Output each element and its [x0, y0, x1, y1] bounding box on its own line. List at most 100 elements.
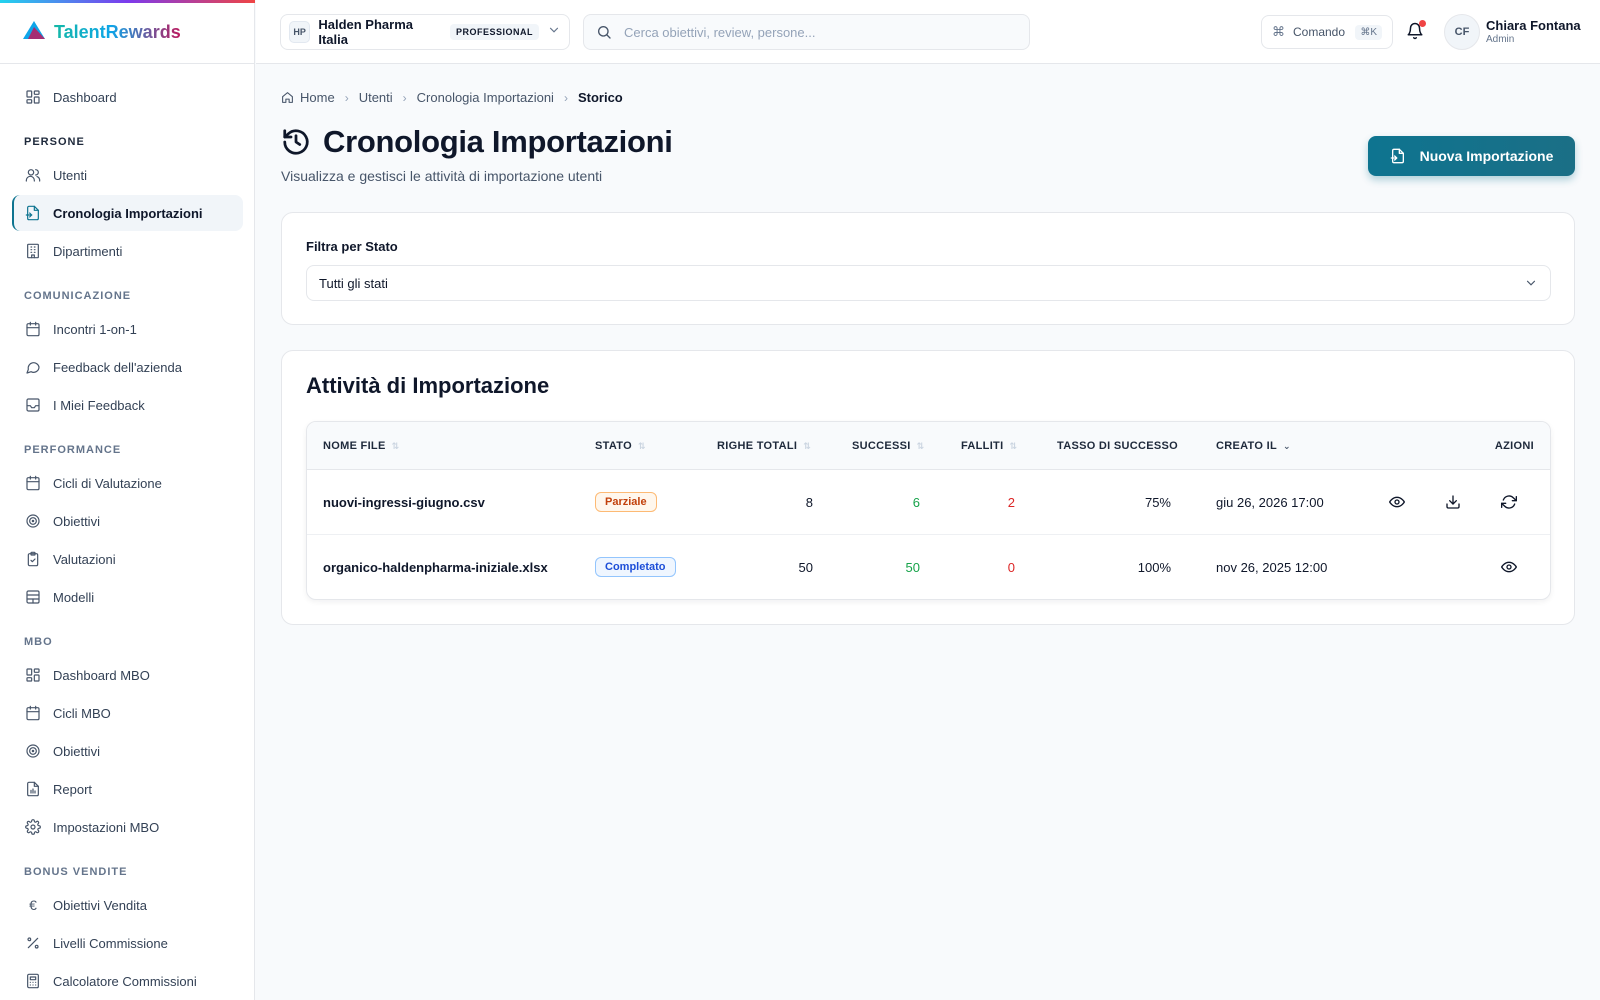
plan-badge: PROFESSIONAL [449, 24, 539, 40]
user-menu[interactable]: Chiara Fontana Admin [1486, 18, 1581, 45]
success-rate-cell: 75% [1144, 494, 1171, 510]
search-bar[interactable] [583, 14, 1030, 50]
column-actions: AZIONI [1495, 422, 1534, 470]
sidebar-item-cicli-di-valutazione[interactable]: Cicli di Valutazione [12, 465, 243, 501]
target-icon [25, 513, 41, 529]
divider [0, 63, 255, 64]
sidebar-item-label: Obiettivi Vendita [53, 897, 147, 913]
column-label: NOME FILE [323, 440, 386, 452]
breadcrumb-import-history[interactable]: Cronologia Importazioni [417, 90, 554, 105]
sidebar-item-modelli[interactable]: Modelli [12, 579, 243, 615]
download-icon[interactable] [1443, 492, 1463, 512]
org-switcher[interactable]: HP Halden Pharma Italia PROFESSIONAL [280, 14, 570, 50]
sidebar-top-accent [0, 0, 255, 3]
column-label: RIGHE TOTALI [717, 440, 798, 452]
sidebar-item-label: Obiettivi [53, 743, 100, 759]
sort-icon: ⇅ [391, 440, 400, 451]
sidebar-item-impostazioni-mbo[interactable]: Impostazioni MBO [12, 809, 243, 845]
column-label: FALLITI [961, 440, 1004, 452]
column-label: CREATO IL [1216, 440, 1277, 452]
section-title: Attività di Importazione [306, 373, 550, 398]
sidebar-item-obiettivi[interactable]: Obiettivi [12, 733, 243, 769]
sidebar-section-heading: PERSONE [24, 136, 85, 148]
sidebar-item-label: Cronologia Importazioni [53, 205, 203, 221]
bell-icon [1406, 22, 1424, 44]
building-icon [25, 243, 41, 259]
sidebar-item-incontri-1-on-1[interactable]: Incontri 1-on-1 [12, 311, 243, 347]
new-import-button[interactable]: Nuova Importazione [1368, 136, 1575, 176]
command-shortcut: ⌘K [1355, 24, 1382, 40]
sidebar-item-label: I Miei Feedback [53, 397, 145, 413]
sidebar-item-valutazioni[interactable]: Valutazioni [12, 541, 243, 577]
calendar-icon [25, 321, 41, 337]
sort-icon: ⇅ [1009, 440, 1018, 451]
status-filter-select[interactable]: Tutti gli stati [306, 265, 1551, 301]
chevron-right-icon: › [563, 90, 568, 105]
chevron-down-icon [547, 23, 561, 42]
sidebar-item-label: Incontri 1-on-1 [53, 321, 137, 337]
retry-icon[interactable] [1499, 492, 1519, 512]
sidebar-item-i-miei-feedback[interactable]: I Miei Feedback [12, 387, 243, 423]
sidebar-item-dashboard-mbo[interactable]: Dashboard MBO [12, 657, 243, 693]
created-at-cell: giu 26, 2026 17:00 [1216, 494, 1324, 510]
sidebar-item-calcolatore-commissioni[interactable]: Calcolatore Commissioni [12, 963, 243, 999]
column-file-name[interactable]: NOME FILE ⇅ [323, 422, 399, 470]
sidebar-item-label: Valutazioni [53, 551, 116, 567]
chevron-right-icon: › [344, 90, 349, 105]
status-filter-value: Tutti gli stati [319, 275, 388, 291]
sort-desc-icon: ⌄ [1282, 440, 1291, 451]
sidebar-item-label: Obiettivi [53, 513, 100, 529]
command-palette-button[interactable]: ⌘ Comando ⌘K [1261, 15, 1393, 49]
column-failed[interactable]: FALLITI ⇅ [961, 422, 1017, 470]
column-total-rows[interactable]: RIGHE TOTALI ⇅ [717, 422, 811, 470]
file-name-cell[interactable]: organico-haldenpharma-iniziale.xlsx [323, 535, 548, 599]
sidebar-item-feedback-dell-azienda[interactable]: Feedback dell'azienda [12, 349, 243, 385]
new-import-label: Nuova Importazione [1419, 148, 1554, 164]
sidebar-item-obiettivi[interactable]: Obiettivi [12, 503, 243, 539]
successes-cell: 50 [905, 559, 920, 575]
breadcrumb-users[interactable]: Utenti [359, 90, 393, 105]
filter-card: Filtra per Stato Tutti gli stati [281, 212, 1575, 325]
sidebar: TalentRewards Dashboard PERSONE Utenti Cron… [0, 0, 255, 1000]
sidebar-item-report[interactable]: Report [12, 771, 243, 807]
sidebar-item-label: Dipartimenti [53, 243, 123, 259]
sidebar-item-label: Dashboard [53, 89, 117, 105]
sidebar-item-obiettivi-vendita[interactable]: € Obiettivi Vendita [12, 887, 243, 923]
table-row[interactable]: organico-haldenpharma-iniziale.xlsx Comp… [307, 535, 1550, 599]
sidebar-section-heading: COMUNICAZIONE [24, 290, 132, 302]
sidebar-item-label: Modelli [53, 589, 95, 605]
search-icon [596, 24, 612, 40]
sidebar-section-heading: PERFORMANCE [24, 444, 122, 456]
sidebar-item-label: Cicli MBO [53, 705, 111, 721]
breadcrumb: Home › Utenti › Cronologia Importazioni … [281, 90, 623, 105]
brand[interactable]: TalentRewards [22, 20, 181, 45]
sidebar-section-heading: MBO [24, 636, 53, 648]
brand-name: TalentRewards [54, 22, 181, 42]
avatar[interactable]: CF [1444, 14, 1480, 50]
filter-label: Filtra per Stato [306, 239, 398, 254]
column-created-at[interactable]: CREATO IL ⌄ [1216, 422, 1291, 470]
table-row[interactable]: nuovi-ingressi-giugno.csv Parziale 8 6 2… [307, 470, 1550, 535]
sidebar-item-livelli-commissione[interactable]: Livelli Commissione [12, 925, 243, 961]
column-status[interactable]: STATO ⇅ [595, 422, 646, 470]
chevron-right-icon: › [402, 90, 407, 105]
total-rows-cell: 50 [798, 559, 813, 575]
sidebar-item-dipartimenti[interactable]: Dipartimenti [12, 233, 243, 269]
sidebar-item-dashboard[interactable]: Dashboard [12, 79, 243, 115]
search-input[interactable] [624, 24, 1004, 40]
view-icon[interactable] [1499, 557, 1519, 577]
gear-icon [25, 819, 41, 835]
failed-cell: 2 [1007, 494, 1015, 510]
sidebar-item-label: Livelli Commissione [53, 935, 168, 951]
sidebar-item-cronologia-importazioni[interactable]: Cronologia Importazioni [12, 195, 243, 231]
column-label: AZIONI [1494, 440, 1534, 452]
column-successes[interactable]: SUCCESSI ⇅ [852, 422, 924, 470]
file-import-icon [1390, 148, 1406, 164]
sidebar-item-cicli-mbo[interactable]: Cicli MBO [12, 695, 243, 731]
breadcrumb-home[interactable]: Home [300, 90, 335, 105]
notifications-button[interactable] [1406, 20, 1426, 44]
view-icon[interactable] [1387, 492, 1407, 512]
file-name-cell[interactable]: nuovi-ingressi-giugno.csv [323, 470, 485, 534]
sidebar-item-utenti[interactable]: Utenti [12, 157, 243, 193]
notification-dot [1419, 20, 1426, 27]
